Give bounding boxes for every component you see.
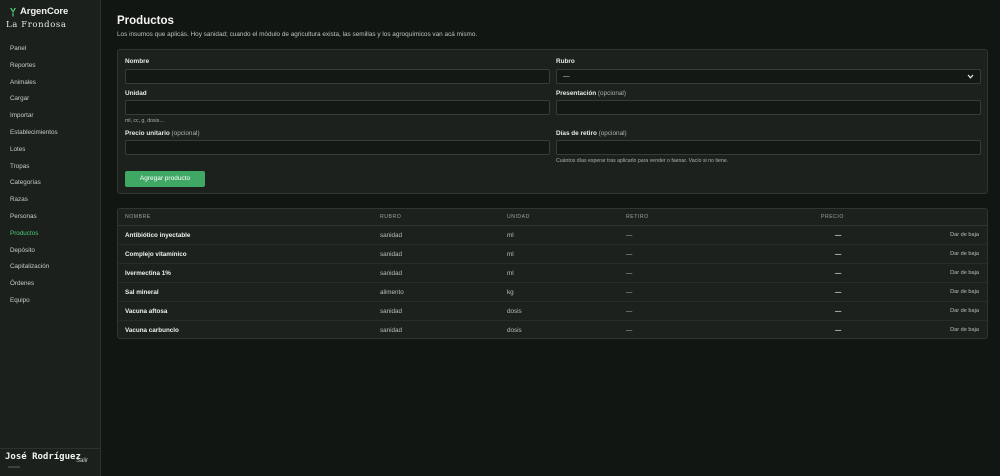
cell-retiro: — <box>626 232 633 239</box>
cell-precio: — <box>835 327 842 334</box>
sidebar-item-lotes[interactable]: Lotes <box>0 142 100 159</box>
cell-retiro: — <box>626 251 633 258</box>
sidebar-item-animales[interactable]: Animales <box>0 75 100 92</box>
cell-unidad: ml <box>507 232 514 239</box>
cell-rubro: sanidad <box>380 232 403 239</box>
cell-rubro: sanidad <box>380 270 403 277</box>
sidebar: ArgenCore La Frondosa Panel Reportes Ani… <box>0 0 101 476</box>
retiro-label: Días de retiro (opcional) <box>556 130 627 137</box>
unidad-hint: ml, cc, g, dosis… <box>125 118 165 124</box>
nombre-input[interactable] <box>125 69 550 84</box>
cell-unidad: ml <box>507 270 514 277</box>
table-row: Ivermectina 1% sanidad ml — — Dar de baj… <box>118 264 987 283</box>
cell-precio: — <box>835 251 842 258</box>
presentacion-input[interactable] <box>556 100 981 115</box>
header-nombre[interactable]: Nombre <box>125 214 151 220</box>
organization-name: La Frondosa <box>6 20 67 30</box>
table-row: Antibiótico inyectable sanidad ml — — Da… <box>118 226 987 245</box>
header-rubro[interactable]: Rubro <box>380 214 401 220</box>
deactivate-link[interactable]: Dar de baja <box>950 232 979 238</box>
cell-precio: — <box>835 308 842 315</box>
sidebar-item-ordenes[interactable]: Órdenes <box>0 276 100 293</box>
precio-input[interactable] <box>125 140 550 155</box>
precio-label: Precio unitario (opcional) <box>125 130 200 137</box>
sidebar-item-cargar[interactable]: Cargar <box>0 91 100 108</box>
retiro-optional-tag: (opcional) <box>598 130 627 137</box>
nombre-label: Nombre <box>125 58 150 65</box>
brand[interactable]: ArgenCore <box>9 6 68 17</box>
add-product-button[interactable]: Agregar producto <box>125 171 205 187</box>
cell-retiro: — <box>626 270 633 277</box>
table-row: Vacuna aftosa sanidad dosis — — Dar de b… <box>118 302 987 321</box>
cell-retiro: — <box>626 289 633 296</box>
products-table: Nombre Rubro Unidad Retiro Precio Antibi… <box>117 208 988 339</box>
precio-optional-tag: (opcional) <box>171 130 200 137</box>
table-row: Sal mineral alimento kg — — Dar de baja <box>118 283 987 302</box>
cell-rubro: sanidad <box>380 308 403 315</box>
retiro-input[interactable] <box>556 140 981 155</box>
cell-rubro: alimento <box>380 289 404 296</box>
deactivate-link[interactable]: Dar de baja <box>950 308 979 314</box>
sidebar-item-razas[interactable]: Razas <box>0 192 100 209</box>
cell-precio: — <box>835 232 842 239</box>
cell-nombre: Antibiótico inyectable <box>125 232 191 239</box>
deactivate-link[interactable]: Dar de baja <box>950 289 979 295</box>
sidebar-item-importar[interactable]: Importar <box>0 108 100 125</box>
rubro-select-value: — <box>563 73 570 80</box>
cell-retiro: — <box>626 327 633 334</box>
cell-precio: — <box>835 289 842 296</box>
sidebar-item-productos[interactable]: Productos <box>0 226 100 243</box>
presentacion-optional-tag: (opcional) <box>597 90 626 97</box>
cell-nombre: Vacuna carbunclo <box>125 327 179 334</box>
sidebar-item-categorias[interactable]: Categorías <box>0 175 100 192</box>
table-row: Vacuna carbunclo sanidad dosis — — Dar d… <box>118 321 987 338</box>
sidebar-item-deposito[interactable]: Depósito <box>0 243 100 260</box>
rubro-select[interactable]: — <box>556 69 981 84</box>
cell-precio: — <box>835 270 842 277</box>
cell-nombre: Complejo vitamínico <box>125 251 187 258</box>
deactivate-link[interactable]: Dar de baja <box>950 270 979 276</box>
page-title: Productos <box>117 15 174 27</box>
sidebar-item-personas[interactable]: Personas <box>0 209 100 226</box>
cell-rubro: sanidad <box>380 327 403 334</box>
logout-link[interactable]: Salir <box>76 458 88 464</box>
sidebar-item-establecimientos[interactable]: Establecimientos <box>0 125 100 142</box>
cell-unidad: ml <box>507 251 514 258</box>
cell-nombre: Sal mineral <box>125 289 159 296</box>
header-unidad[interactable]: Unidad <box>507 214 530 220</box>
sidebar-nav: Panel Reportes Animales Cargar Importar … <box>0 41 100 310</box>
sidebar-item-panel[interactable]: Panel <box>0 41 100 58</box>
sidebar-item-capitalizacion[interactable]: Capitalización <box>0 259 100 276</box>
deactivate-link[interactable]: Dar de baja <box>950 251 979 257</box>
leaf-logo-icon <box>10 7 16 16</box>
deactivate-link[interactable]: Dar de baja <box>950 327 979 333</box>
retiro-hint: Cuántos días esperar tras aplicarlo para… <box>556 158 729 164</box>
presentacion-label: Presentación (opcional) <box>556 90 626 97</box>
cell-nombre: Vacuna aftosa <box>125 308 168 315</box>
sidebar-item-tropas[interactable]: Tropas <box>0 159 100 176</box>
brand-name: ArgenCore <box>20 6 69 17</box>
user-name: José Rodríguez <box>5 452 81 462</box>
user-box: José Rodríguez Salir <box>0 448 100 476</box>
cell-rubro: sanidad <box>380 251 403 258</box>
cell-retiro: — <box>626 308 633 315</box>
sidebar-item-reportes[interactable]: Reportes <box>0 58 100 75</box>
sidebar-item-equipo[interactable]: Equipo <box>0 293 100 310</box>
cell-unidad: kg <box>507 289 514 296</box>
header-precio[interactable]: Precio <box>821 214 844 220</box>
cell-unidad: dosis <box>507 327 522 334</box>
chevron-down-icon <box>967 74 974 79</box>
unidad-input[interactable] <box>125 100 550 115</box>
unidad-label: Unidad <box>125 90 147 97</box>
table-header: Nombre Rubro Unidad Retiro Precio <box>118 209 987 226</box>
header-retiro[interactable]: Retiro <box>626 214 649 220</box>
cell-unidad: dosis <box>507 308 522 315</box>
table-row: Complejo vitamínico sanidad ml — — Dar d… <box>118 245 987 264</box>
user-subtitle-bar <box>8 466 20 468</box>
page-description: Los insumos que aplicás. Hoy sanidad; cu… <box>117 31 478 38</box>
rubro-label: Rubro <box>556 58 575 65</box>
cell-nombre: Ivermectina 1% <box>125 270 171 277</box>
product-form: Nombre Rubro — Unidad ml, cc, g, dosis… … <box>117 49 988 194</box>
